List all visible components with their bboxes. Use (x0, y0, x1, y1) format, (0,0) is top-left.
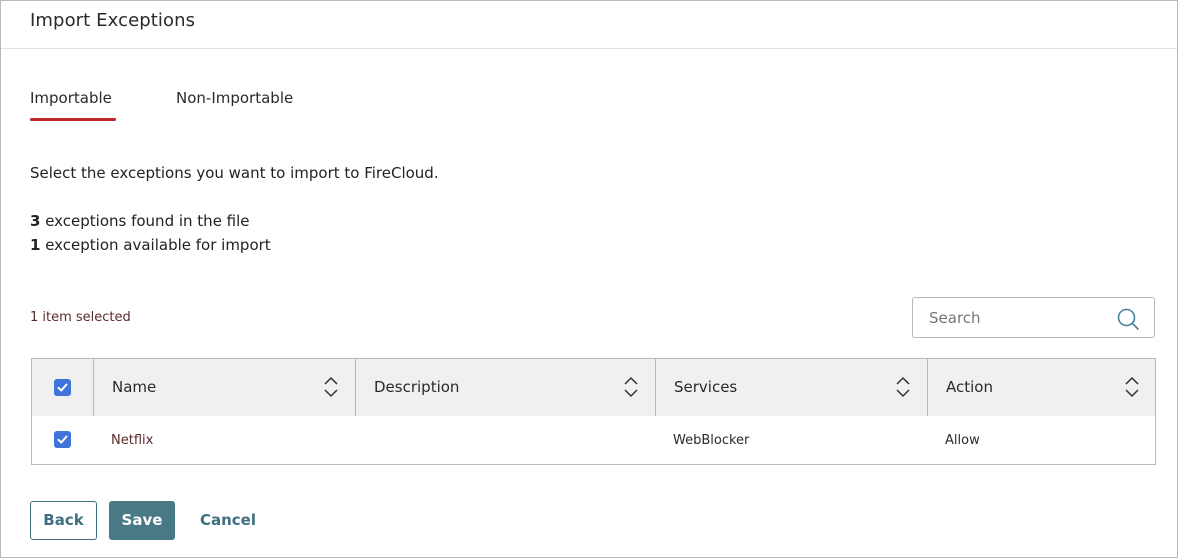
column-label-description: Description (374, 378, 460, 396)
cell-name: Netflix (111, 433, 154, 448)
available-count-text: exception available for import (40, 236, 271, 254)
search-icon[interactable] (1116, 307, 1140, 331)
row-checkbox[interactable] (54, 431, 71, 448)
available-count-number: 1 (30, 236, 41, 254)
column-label-action: Action (946, 378, 993, 396)
sort-icon[interactable] (623, 375, 639, 399)
found-count-text: exceptions found in the file (40, 212, 250, 230)
column-header-name[interactable]: Name (93, 359, 355, 416)
back-button[interactable]: Back (30, 501, 97, 540)
sort-icon[interactable] (895, 375, 911, 399)
sort-icon[interactable] (323, 375, 339, 399)
available-count: 1 exception available for import (30, 236, 271, 254)
checkmark-icon (57, 435, 68, 444)
select-all-checkbox[interactable] (54, 379, 71, 396)
sort-icon[interactable] (1124, 375, 1140, 399)
cancel-button[interactable]: Cancel (190, 501, 266, 540)
selection-status: 1 item selected (30, 310, 131, 325)
cell-services: WebBlocker (673, 433, 750, 448)
found-count-number: 3 (30, 212, 41, 230)
active-tab-indicator (30, 118, 116, 121)
cell-action: Allow (945, 433, 980, 448)
column-label-name: Name (112, 378, 157, 396)
column-header-services[interactable]: Services (655, 359, 927, 416)
exceptions-table: Name Description Services Action Netflix… (31, 358, 1156, 465)
header-select-cell (32, 359, 93, 416)
page-title: Import Exceptions (30, 10, 196, 31)
checkmark-icon (57, 383, 68, 392)
table-header: Name Description Services Action (32, 359, 1155, 416)
found-count: 3 exceptions found in the file (30, 212, 250, 230)
intro-text: Select the exceptions you want to import… (30, 164, 439, 182)
table-row[interactable]: Netflix WebBlocker Allow (32, 416, 1155, 464)
tab-importable[interactable]: Importable (30, 89, 112, 107)
column-header-description[interactable]: Description (355, 359, 655, 416)
search-input[interactable] (929, 307, 1109, 329)
panel-header: Import Exceptions (1, 1, 1177, 49)
column-label-services: Services (674, 378, 738, 396)
search-box (912, 297, 1155, 338)
save-button[interactable]: Save (109, 501, 175, 540)
tab-non-importable[interactable]: Non-Importable (176, 89, 293, 107)
column-header-action[interactable]: Action (927, 359, 1155, 416)
import-exceptions-panel: Import Exceptions Importable Non-Importa… (0, 0, 1178, 558)
